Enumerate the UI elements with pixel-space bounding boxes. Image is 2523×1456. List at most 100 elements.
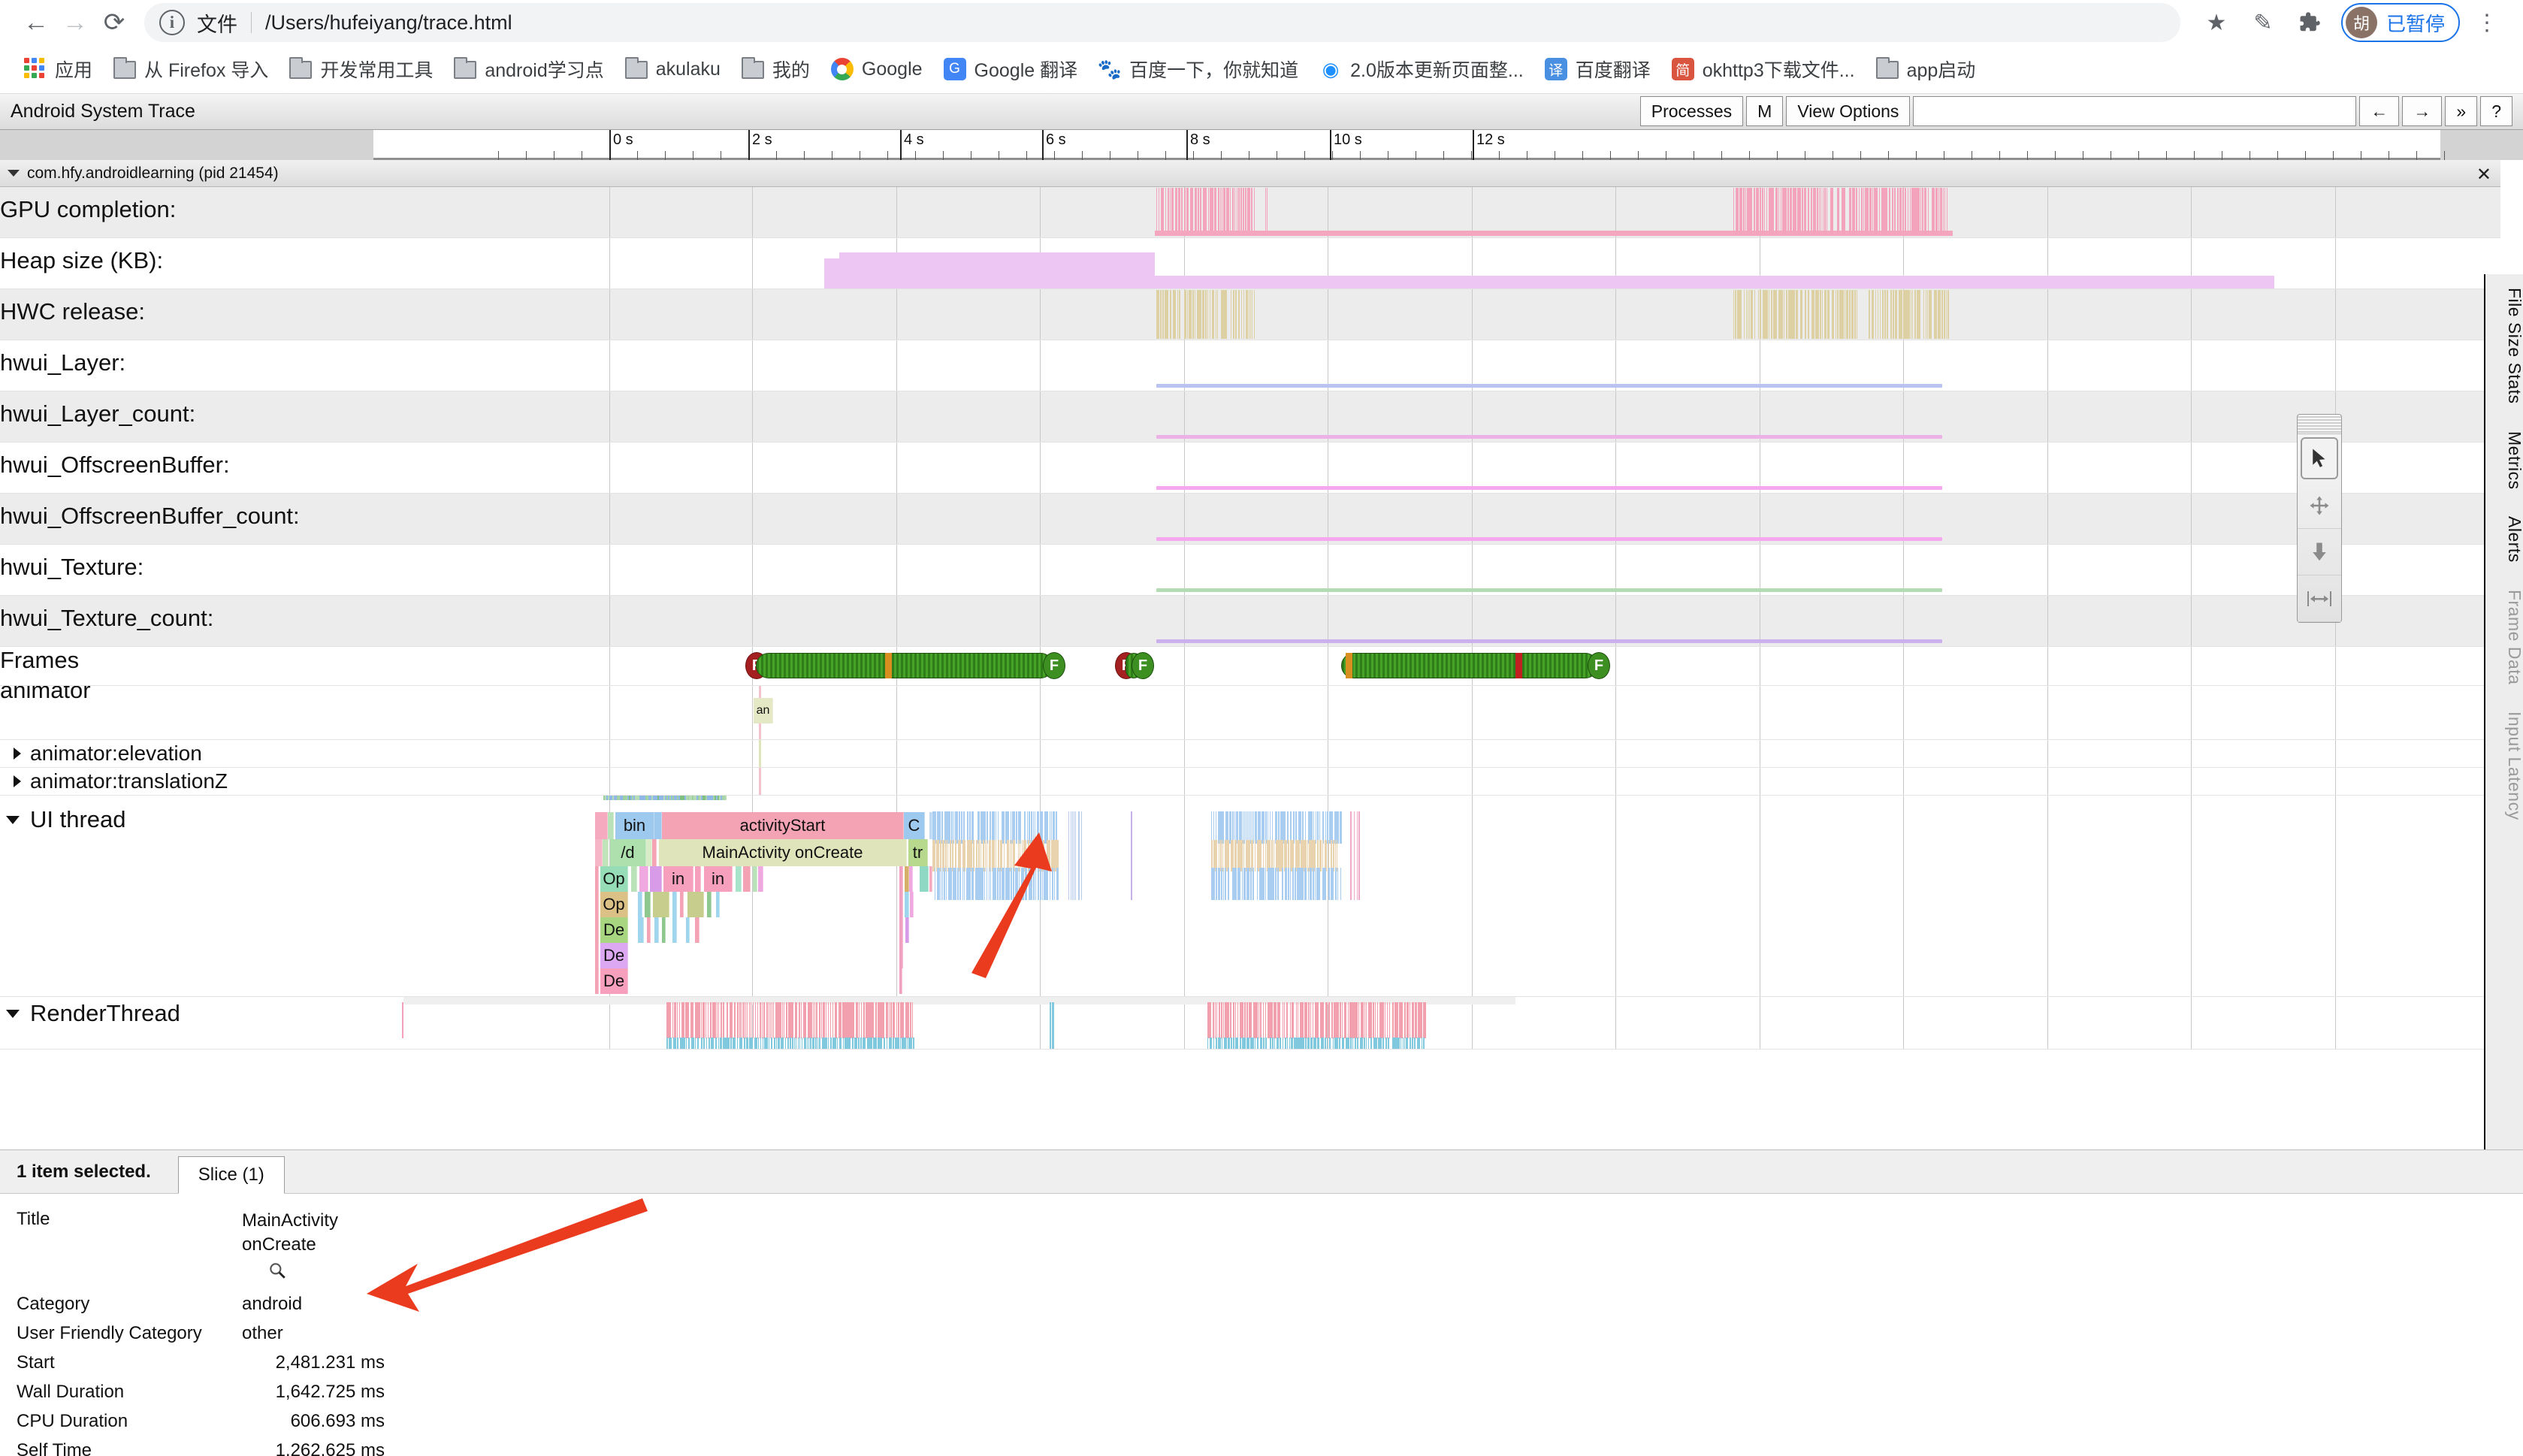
track-hwc-release[interactable]: HWC release:: [0, 289, 2500, 340]
trace-slice[interactable]: [707, 892, 712, 917]
trace-slice[interactable]: [595, 839, 603, 866]
zoom-down-icon[interactable]: [2298, 529, 2341, 575]
trace-slice[interactable]: [595, 917, 599, 943]
bookmark-item-6[interactable]: Google: [822, 51, 932, 87]
track-canvas[interactable]: [373, 391, 2418, 442]
trace-slice[interactable]: [909, 866, 913, 892]
trace-slice[interactable]: [595, 968, 599, 994]
track-animator-elevation[interactable]: animator:elevation: [0, 740, 2500, 768]
trace-slice[interactable]: [650, 866, 662, 892]
track-hwui-layer[interactable]: hwui_Layer:: [0, 340, 2500, 391]
pan-move-icon[interactable]: [2298, 482, 2341, 529]
frame-marker-end[interactable]: F: [1588, 652, 1610, 679]
magnifier-icon[interactable]: [267, 1261, 338, 1285]
search-next-button[interactable]: →: [2402, 96, 2442, 126]
track-hwui-layer-count[interactable]: hwui_Layer_count:: [0, 391, 2500, 443]
search-more-button[interactable]: »: [2445, 96, 2477, 126]
back-arrow-icon[interactable]: ←: [17, 3, 56, 42]
trace-slice[interactable]: [899, 968, 902, 994]
track-render-thread[interactable]: RenderThread: [0, 997, 2500, 1050]
ui-thread-canvas[interactable]: bin activityStartC/d MainActivity onCreate…: [373, 796, 2418, 996]
extensions-puzzle-icon[interactable]: [2290, 3, 2329, 42]
trace-slice-labeled[interactable]: in: [663, 866, 693, 892]
trace-slice-labeled[interactable]: C: [904, 812, 925, 839]
tab-slice[interactable]: Slice (1): [178, 1156, 285, 1194]
chevron-down-icon[interactable]: [6, 1010, 20, 1018]
track-canvas[interactable]: [373, 187, 2418, 237]
time-ruler-track[interactable]: 0 s2 s4 s6 s8 s10 s12 s: [373, 130, 2440, 160]
trace-slice-labeled[interactable]: tr: [908, 839, 928, 866]
trace-slice[interactable]: [716, 892, 720, 917]
right-tab-frame-data[interactable]: Frame Data: [2485, 576, 2523, 698]
track-canvas[interactable]: [373, 545, 2418, 595]
trace-slice-labeled[interactable]: /d: [610, 839, 646, 866]
frame-marker-end[interactable]: F: [1043, 652, 1065, 679]
bookmark-item-7[interactable]: GGoogle 翻译: [935, 51, 1087, 87]
trace-slice-labeled[interactable]: MainActivity onCreate: [659, 839, 907, 866]
animator-canvas[interactable]: an: [373, 686, 2418, 739]
reload-icon[interactable]: ⟳: [95, 3, 134, 42]
right-tab-alerts[interactable]: Alerts: [2485, 503, 2523, 576]
track-canvas[interactable]: [373, 443, 2418, 493]
trace-slice[interactable]: [595, 943, 599, 968]
animator-slice[interactable]: an: [754, 698, 773, 723]
processes-button[interactable]: Processes: [1640, 96, 1743, 126]
render-thread-canvas[interactable]: [373, 997, 2418, 1049]
trace-slice[interactable]: [647, 917, 651, 943]
trace-slice[interactable]: [653, 892, 669, 917]
trace-slice[interactable]: [672, 892, 677, 917]
forward-arrow-icon[interactable]: →: [56, 3, 95, 42]
trace-slice[interactable]: [645, 892, 651, 917]
bookmark-item-2[interactable]: 开发常用工具: [280, 51, 442, 87]
trace-slice-labeled[interactable]: Op: [600, 892, 628, 917]
track-canvas[interactable]: [373, 596, 2418, 646]
time-ruler[interactable]: 0 s2 s4 s6 s8 s10 s12 s: [0, 130, 2523, 160]
omnibox-url-text[interactable]: /Users/hufeiyang/trace.html: [265, 11, 512, 35]
trace-slice-labeled[interactable]: bin: [615, 812, 654, 839]
trace-slice[interactable]: [695, 866, 701, 892]
bookmark-item-11[interactable]: 简okhttp3下载文件...: [1663, 51, 1864, 87]
track-frames[interactable]: FramesFFFFF: [0, 647, 2500, 686]
track-animator-group[interactable]: animatoran: [0, 686, 2500, 740]
trace-slice[interactable]: [899, 866, 903, 892]
select-cursor-icon[interactable]: [2301, 437, 2338, 479]
metrics-button[interactable]: M: [1746, 96, 1783, 126]
trace-slice[interactable]: [695, 917, 699, 943]
extension-feather-icon[interactable]: ✎: [2244, 3, 2283, 42]
animator-child-canvas[interactable]: [373, 740, 2418, 767]
trace-search-input[interactable]: [1913, 96, 2356, 126]
trace-slice[interactable]: [736, 866, 742, 892]
chevron-down-icon[interactable]: [6, 816, 20, 824]
trace-slice[interactable]: [662, 917, 666, 943]
bookmark-item-9[interactable]: ◉2.0版本更新页面整...: [1310, 51, 1533, 87]
frames-canvas[interactable]: FFFFF: [373, 647, 2418, 685]
trace-slice-labeled[interactable]: activityStart: [662, 812, 904, 839]
trace-slice[interactable]: [920, 866, 929, 892]
view-options-button[interactable]: View Options: [1786, 96, 1910, 126]
trace-slice[interactable]: [654, 917, 659, 943]
bookmark-star-icon[interactable]: ★: [2197, 3, 2236, 42]
trace-slice[interactable]: [595, 812, 608, 839]
bookmark-item-12[interactable]: app启动: [1867, 51, 1985, 87]
frame-capsule[interactable]: [756, 653, 1053, 678]
bookmark-item-3[interactable]: android学习点: [445, 51, 612, 87]
track-heap-size[interactable]: Heap size (KB):: [0, 238, 2500, 289]
trace-slice[interactable]: [743, 866, 751, 892]
bookmark-item-4[interactable]: akulaku: [616, 51, 730, 87]
help-button[interactable]: ?: [2480, 96, 2512, 126]
track-ui-thread[interactable]: UI threadbinactivityStartC/dMainActivity…: [0, 796, 2500, 997]
site-info-icon[interactable]: i: [159, 10, 185, 35]
chevron-down-icon[interactable]: [8, 170, 20, 177]
track-gpu-completion[interactable]: GPU completion:: [0, 187, 2500, 238]
frame-capsule[interactable]: [1341, 653, 1598, 678]
trace-slice[interactable]: [672, 917, 677, 943]
trace-slice[interactable]: [595, 866, 599, 892]
trace-slice[interactable]: [899, 943, 903, 968]
trace-slice[interactable]: [639, 866, 648, 892]
track-hwui-texture[interactable]: hwui_Texture:: [0, 545, 2500, 596]
frame-marker-end[interactable]: F: [1132, 652, 1154, 679]
trace-slice[interactable]: [595, 892, 599, 917]
trace-slice[interactable]: [603, 839, 609, 866]
right-tab-file-size-stats[interactable]: File Size Stats: [2485, 274, 2523, 418]
track-canvas[interactable]: [373, 289, 2418, 340]
